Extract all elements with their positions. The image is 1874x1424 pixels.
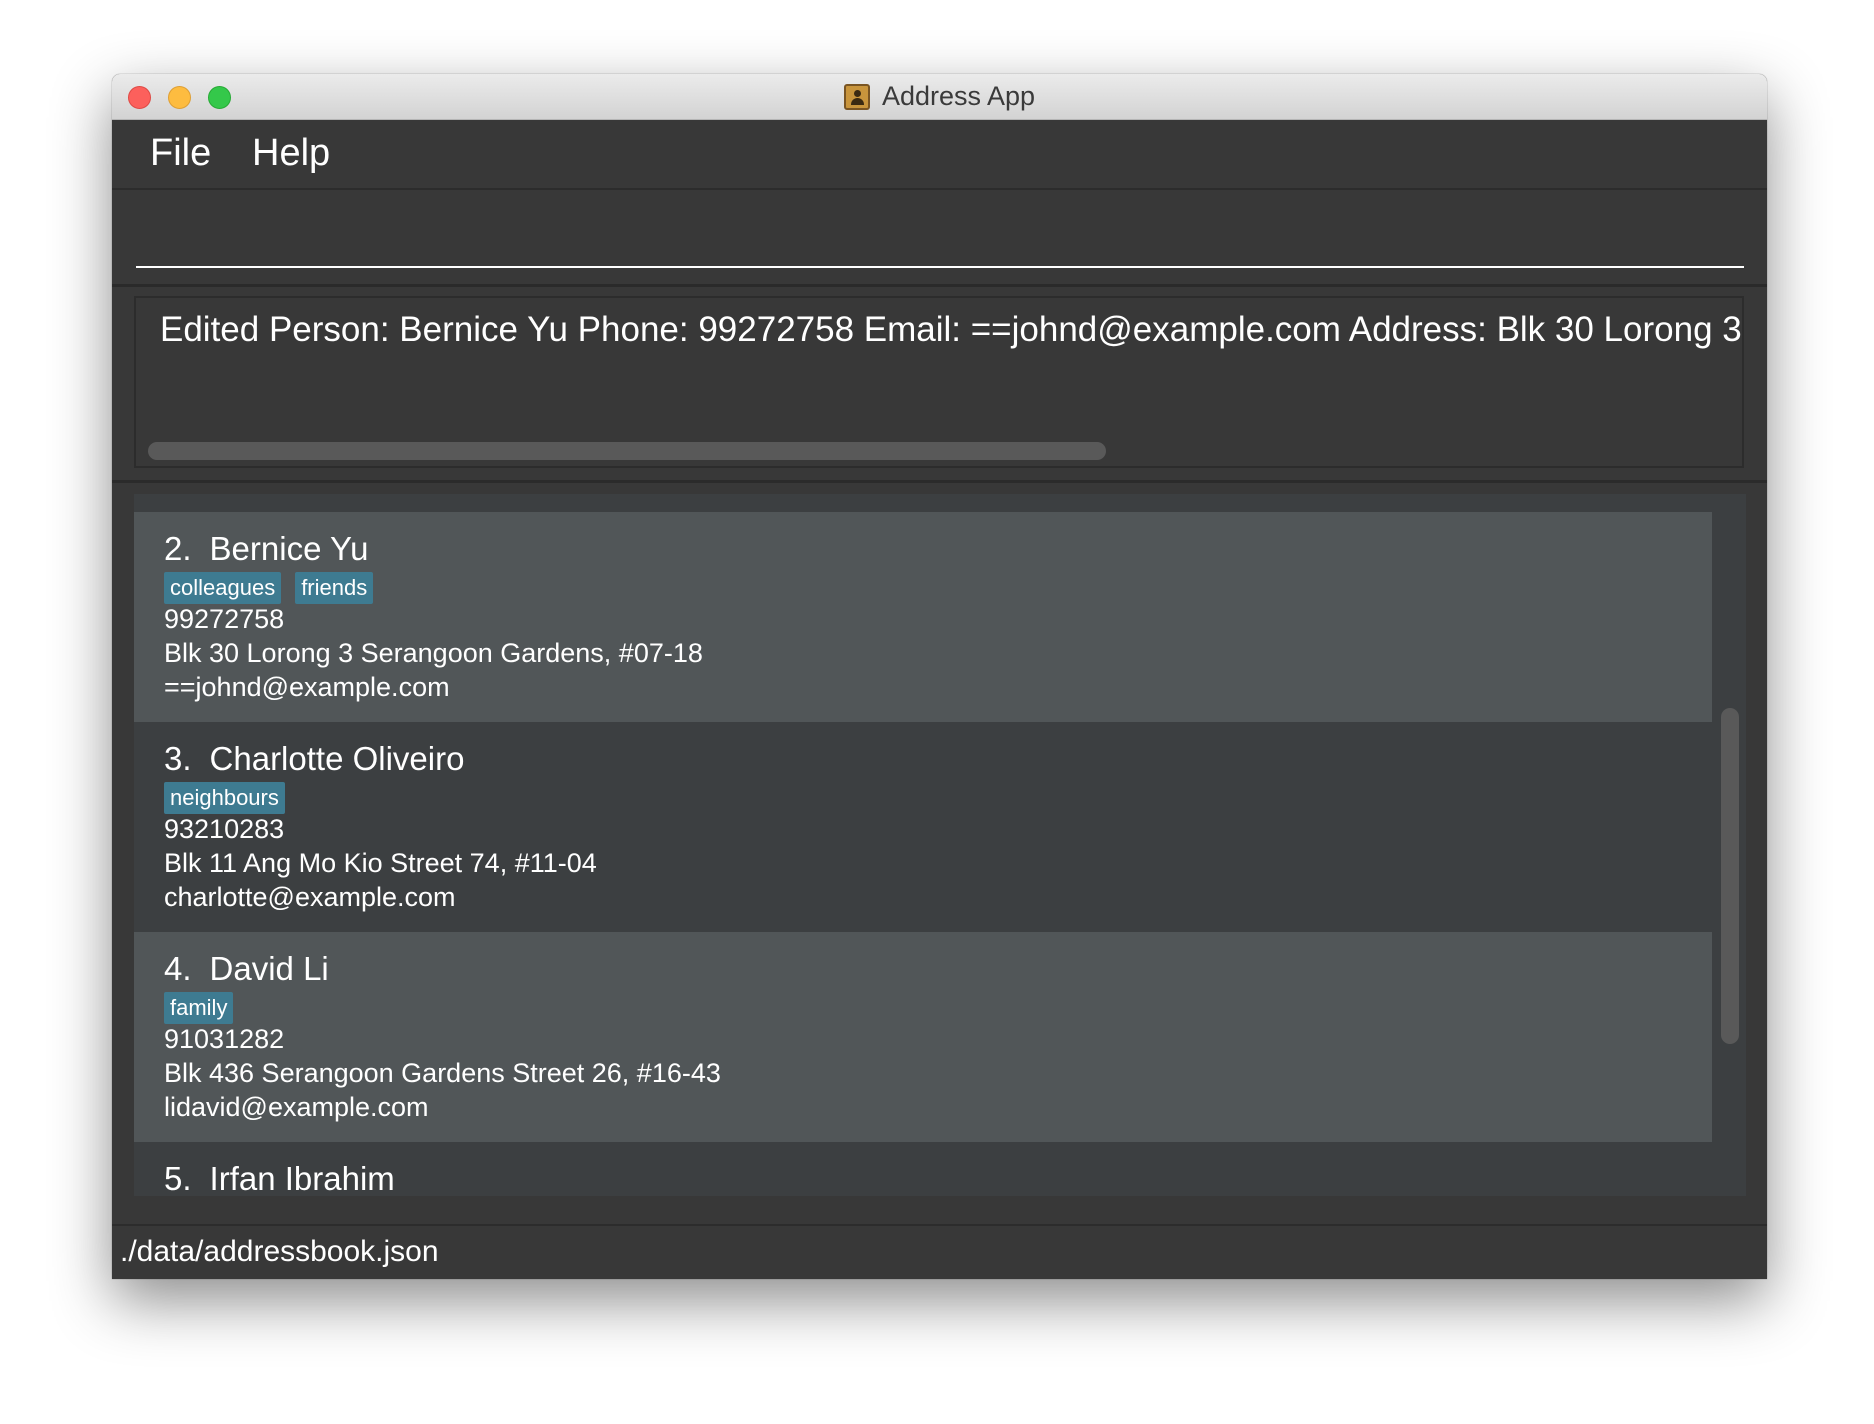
person-name-row: 4. David Li (164, 950, 329, 988)
person-address: Blk 30 Lorong 3 Serangoon Gardens, #07-1… (164, 638, 703, 668)
tag: friends (295, 572, 374, 604)
scrollbar-thumb[interactable] (1721, 708, 1739, 1044)
person-phone: 99272758 (164, 604, 285, 634)
person-index: 5. (164, 1160, 192, 1196)
person-list[interactable]: 2. Bernice Yu colleagues friends 99272758… (134, 494, 1712, 1196)
result-message: Edited Person: Bernice Yu Phone: 9927275… (160, 310, 1742, 349)
person-address: Blk 436 Serangoon Gardens Street 26, #16… (164, 1058, 721, 1088)
result-display: Edited Person: Bernice Yu Phone: 9927275… (134, 296, 1744, 468)
address-book-icon (843, 83, 870, 110)
menu-help[interactable]: Help (252, 132, 330, 175)
person-address: Blk 11 Ang Mo Kio Street 74, #11-04 (164, 848, 597, 878)
pane-divider (112, 480, 1767, 483)
person-card[interactable]: 5. Irfan Ibrahim (134, 1142, 1712, 1196)
window-title: Address App (881, 81, 1036, 111)
tag: colleagues (164, 572, 282, 604)
status-bar: ./data/addressbook.json (112, 1224, 1767, 1279)
menu-bar: File Help (112, 120, 1767, 190)
list-vertical-scrollbar[interactable] (1712, 494, 1746, 1196)
command-input[interactable] (136, 198, 1744, 268)
person-card[interactable]: 2. Bernice Yu colleagues friends 99272758… (134, 512, 1712, 722)
command-box-pane (112, 190, 1767, 287)
person-index: 4. (164, 950, 192, 987)
person-name-row: 2. Bernice Yu (164, 530, 369, 568)
person-email: lidavid@example.com (164, 1092, 429, 1122)
person-name: Irfan Ibrahim (209, 1160, 395, 1196)
menu-file[interactable]: File (150, 132, 211, 175)
tag: neighbours (164, 782, 285, 814)
person-email: charlotte@example.com (164, 882, 456, 912)
person-index: 3. (164, 740, 192, 777)
person-card[interactable]: 4. David Li family 91031282 Blk 436 Seran… (134, 932, 1712, 1142)
person-card[interactable]: 3. Charlotte Oliveiro neighbours 93210283… (134, 722, 1712, 932)
person-tags: neighbours (164, 782, 299, 814)
person-name-row: 3. Charlotte Oliveiro (164, 740, 464, 778)
person-tags: colleagues friends (164, 572, 387, 604)
person-name: Bernice Yu (209, 530, 369, 567)
person-name-row: 5. Irfan Ibrahim (164, 1160, 395, 1196)
tag: family (164, 992, 234, 1024)
app-window: Address App File Help Edited Person: Ber… (112, 74, 1767, 1279)
person-index: 2. (164, 530, 192, 567)
person-email: ==johnd@example.com (164, 672, 450, 702)
person-tags: family (164, 992, 247, 1024)
result-horizontal-scrollbar[interactable] (148, 442, 1106, 460)
person-name: Charlotte Oliveiro (209, 740, 465, 777)
person-phone: 91031282 (164, 1024, 285, 1054)
save-location: ./data/addressbook.json (120, 1235, 439, 1268)
person-phone: 93210283 (164, 814, 285, 844)
person-name: David Li (209, 950, 329, 987)
title-bar[interactable]: Address App (112, 74, 1767, 120)
